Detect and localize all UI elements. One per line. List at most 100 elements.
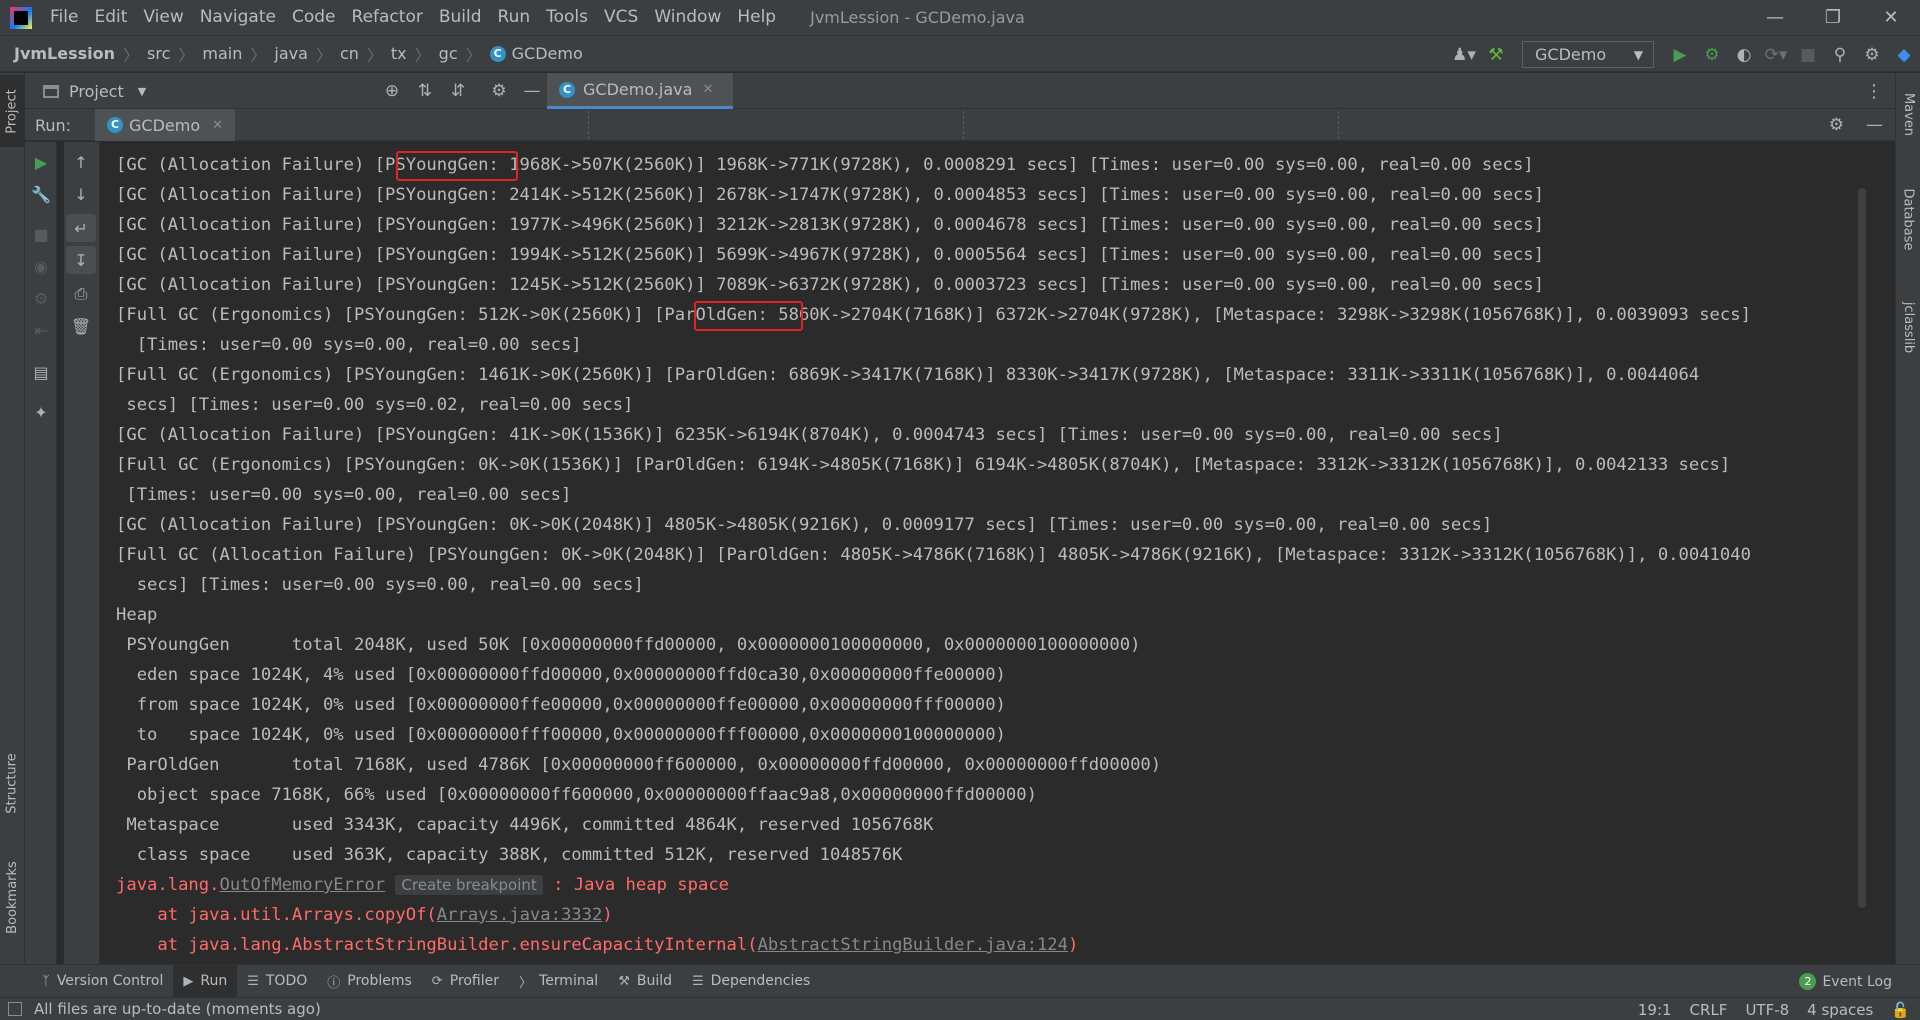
breadcrumb-main[interactable]: main: [202, 44, 242, 63]
menu-edit[interactable]: Edit: [86, 0, 135, 35]
breadcrumb-project[interactable]: JvmLession: [14, 44, 115, 63]
tool-tab-structure[interactable]: Structure: [0, 741, 25, 825]
menu-refactor[interactable]: Refactor: [344, 0, 431, 35]
tool-profiler[interactable]: ⟳ Profiler: [422, 965, 509, 998]
rerun-icon[interactable]: ▶: [25, 148, 57, 176]
tool-terminal[interactable]: 〉 Terminal: [509, 965, 608, 998]
breadcrumb-cn[interactable]: cn: [340, 44, 359, 63]
file-encoding[interactable]: UTF-8: [1745, 1001, 1789, 1019]
menu-window[interactable]: Window: [646, 0, 729, 35]
divider: [1338, 111, 1339, 139]
menu-vcs[interactable]: VCS: [596, 0, 646, 35]
hide-icon[interactable]: —: [517, 76, 547, 106]
tool-version-control[interactable]: ᛉ Version Control: [32, 965, 173, 998]
soft-wrap-icon[interactable]: ↵: [66, 214, 96, 242]
navigation-bar: JvmLession 〉 src 〉 main 〉 java 〉 cn 〉 tx…: [0, 35, 1920, 72]
caret-position[interactable]: 19:1: [1638, 1001, 1672, 1019]
play-icon[interactable]: ▶: [1665, 40, 1695, 70]
collapse-all-icon[interactable]: ⇵: [443, 76, 473, 106]
breadcrumb-gc[interactable]: gc: [439, 44, 458, 63]
lock-icon[interactable]: 🔓: [1891, 1001, 1910, 1019]
gear-icon[interactable]: ⚙: [1857, 40, 1887, 70]
debug-gear-icon[interactable]: ⚙: [25, 284, 57, 312]
hammer-icon[interactable]: ⚒: [1481, 40, 1511, 70]
run-tab-gcdemo[interactable]: C GCDemo ✕: [95, 109, 236, 141]
tool-event-log[interactable]: 2 Event Log: [1799, 965, 1892, 998]
menu-code[interactable]: Code: [284, 0, 344, 35]
tool-tab-jclasslib[interactable]: jclasslib: [1896, 279, 1920, 375]
tool-run[interactable]: ▶ Run: [173, 964, 238, 998]
menu-tools[interactable]: Tools: [538, 0, 596, 35]
pin-icon[interactable]: ✦: [25, 398, 57, 426]
menu-build[interactable]: Build: [431, 0, 490, 35]
editor-tab-gcdemo[interactable]: C GCDemo.java ✕: [547, 73, 733, 109]
profiler-icon[interactable]: ⟳▾: [1761, 40, 1791, 70]
trash-icon[interactable]: 🗑: [66, 312, 96, 340]
hide-icon[interactable]: —: [1866, 115, 1883, 135]
layers-icon: ☰: [692, 973, 704, 989]
tool-dependencies[interactable]: ☰ Dependencies: [682, 965, 820, 998]
exit-icon[interactable]: ⇤: [25, 316, 57, 344]
user-icon[interactable]: ♟▾: [1449, 40, 1479, 70]
breadcrumb-class-label: GCDemo: [511, 44, 583, 63]
tool-problems[interactable]: ⓘ Problems: [317, 965, 422, 998]
project-view-selector[interactable]: Project ▼: [43, 73, 146, 109]
indent-setting[interactable]: 4 spaces: [1807, 1001, 1873, 1019]
layout-icon[interactable]: ▤: [25, 358, 57, 386]
status-message[interactable]: All files are up-to-date (moments ago): [34, 1000, 321, 1018]
stack-trace-prefix: at java.util.Arrays.copyOf(: [116, 905, 437, 925]
close-icon[interactable]: ✕: [1862, 0, 1920, 35]
scroll-to-end-icon[interactable]: ↧: [66, 246, 96, 274]
stack-trace-link[interactable]: AbstractStringBuilder.java:124: [758, 935, 1068, 955]
coverage-icon[interactable]: ◐: [1729, 40, 1759, 70]
tool-windows-icon[interactable]: [8, 1002, 22, 1016]
menu-run[interactable]: Run: [490, 0, 539, 35]
camera-icon[interactable]: ◉: [25, 252, 57, 280]
close-tab-icon[interactable]: ✕: [212, 118, 223, 133]
tool-label: Profiler: [449, 973, 499, 989]
tool-tab-bookmarks[interactable]: Bookmarks: [0, 851, 25, 943]
status-widgets: 19:1 CRLF UTF-8 4 spaces 🔓: [1638, 998, 1920, 1020]
tool-tab-project[interactable]: Project: [0, 75, 25, 147]
highlight-paroldgen: [694, 301, 803, 331]
restore-icon[interactable]: ❐: [1804, 0, 1862, 35]
breadcrumb-java[interactable]: java: [274, 44, 308, 63]
gear-icon[interactable]: ⚙: [1829, 115, 1844, 135]
breadcrumb-tx[interactable]: tx: [391, 44, 407, 63]
tool-build[interactable]: ⚒ Build: [608, 965, 682, 998]
tool-todo[interactable]: ☰ TODO: [237, 965, 317, 998]
tool-tab-database[interactable]: Database: [1896, 169, 1920, 269]
close-tab-icon[interactable]: ✕: [702, 82, 713, 97]
menu-navigate[interactable]: Navigate: [192, 0, 284, 35]
menu-help[interactable]: Help: [729, 0, 784, 35]
search-icon[interactable]: ⚲: [1825, 40, 1855, 70]
arrow-down-icon[interactable]: ↓: [66, 180, 96, 208]
print-icon[interactable]: ⎙: [66, 280, 96, 308]
stop-icon[interactable]: ■: [25, 220, 57, 248]
menu-view[interactable]: View: [135, 0, 191, 35]
expand-all-icon[interactable]: ⇅: [410, 76, 440, 106]
minimize-icon[interactable]: —: [1746, 0, 1804, 35]
locate-icon[interactable]: ⊕: [377, 76, 407, 106]
stop-icon[interactable]: ■: [1793, 40, 1823, 70]
tool-label: Terminal: [539, 973, 599, 989]
create-breakpoint-hint[interactable]: Create breakpoint: [395, 875, 543, 895]
jetbrains-toolbox-icon[interactable]: ◆: [1889, 40, 1919, 70]
console-output[interactable]: [GC (Allocation Failure) [PSYoungGen: 19…: [100, 142, 1870, 964]
exception-class-link[interactable]: OutOfMemoryError: [219, 875, 385, 895]
more-options-icon[interactable]: ⋮: [1865, 73, 1883, 109]
menu-file[interactable]: File: [42, 0, 86, 35]
tool-tab-maven[interactable]: Maven: [1896, 79, 1920, 149]
console-line: [Full GC (Ergonomics) [PSYoungGen: 0K->0…: [116, 455, 1731, 475]
line-separator[interactable]: CRLF: [1690, 1001, 1728, 1019]
run-configuration-select[interactable]: GCDemo ▼: [1522, 41, 1654, 68]
arrow-up-icon[interactable]: ↑: [66, 148, 96, 176]
bug-icon[interactable]: ⚙: [1697, 40, 1727, 70]
wrench-icon[interactable]: 🔧: [25, 180, 57, 208]
console-scrollbar[interactable]: [1858, 188, 1866, 908]
breadcrumb-src[interactable]: src: [147, 44, 170, 63]
stack-trace-link[interactable]: Arrays.java:3332: [437, 905, 603, 925]
breadcrumb-class[interactable]: C GCDemo: [489, 44, 583, 63]
run-tab-label: GCDemo: [129, 115, 201, 135]
gear-icon[interactable]: ⚙: [484, 76, 514, 106]
